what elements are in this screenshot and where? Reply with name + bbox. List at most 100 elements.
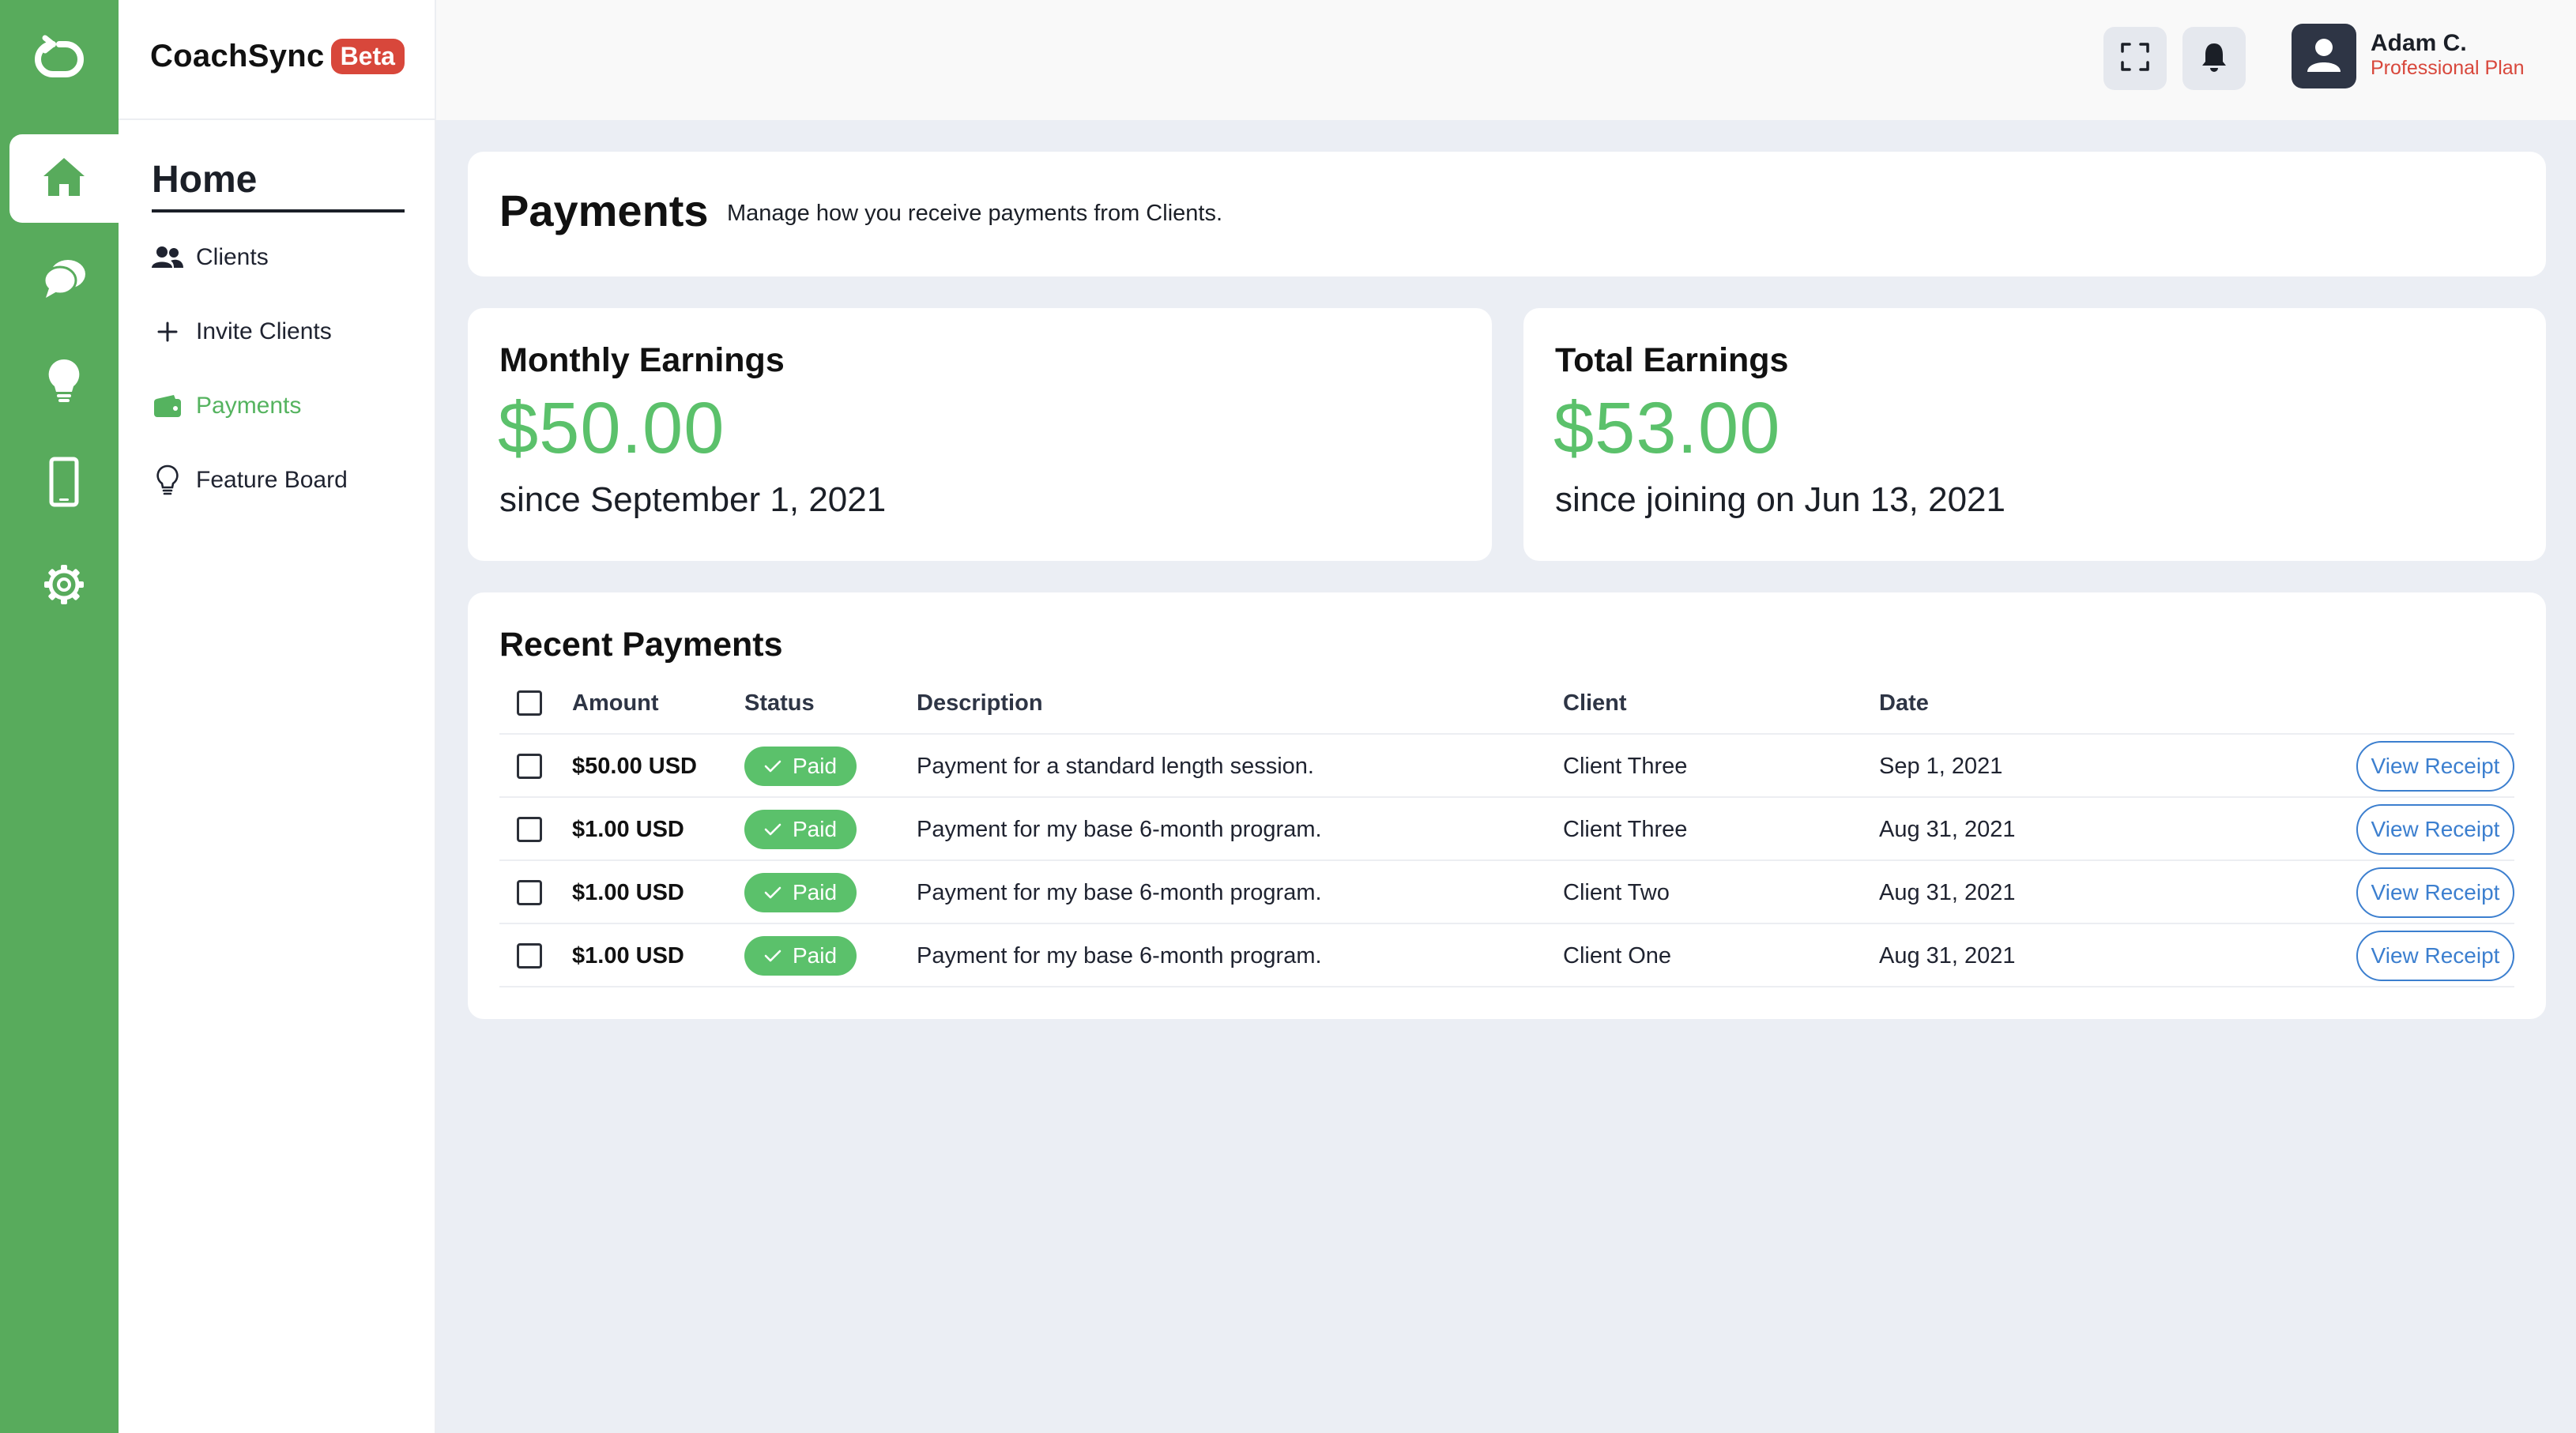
bell-icon [2200, 41, 2228, 77]
table-row: $1.00 USD Paid Payment for my base 6-mon… [499, 924, 2514, 987]
column-header-amount[interactable]: Amount [572, 671, 659, 735]
payment-action-cell: View Receipt [2356, 861, 2514, 924]
row-select-cell [517, 735, 542, 798]
status-badge-label: Paid [792, 817, 838, 841]
check-icon [764, 886, 781, 899]
column-header-date[interactable]: Date [1879, 671, 1929, 735]
column-header-description[interactable]: Description [917, 671, 1043, 735]
sidebar-item-label: Invite Clients [196, 318, 332, 344]
notifications-button[interactable] [2182, 27, 2246, 90]
view-receipt-button[interactable]: View Receipt [2356, 804, 2514, 855]
row-checkbox[interactable] [517, 754, 542, 779]
total-earnings-title: Total Earnings [1555, 341, 1789, 379]
row-checkbox[interactable] [517, 943, 542, 968]
status-badge: Paid [744, 873, 857, 912]
payment-status-cell: Paid [744, 798, 857, 861]
view-receipt-button[interactable]: View Receipt [2356, 867, 2514, 918]
payment-client: Client Three [1563, 816, 1688, 842]
status-badge-label: Paid [792, 754, 838, 778]
total-earnings-card: Total Earnings $53.00 since joining on J… [1523, 308, 2546, 561]
payment-client: Client Two [1563, 879, 1670, 905]
sidebar-item-feature-board[interactable]: Feature Board [152, 458, 348, 502]
row-select-cell [517, 924, 542, 987]
fullscreen-icon [2120, 42, 2150, 76]
plus-icon [152, 316, 183, 348]
row-select-cell [517, 861, 542, 924]
recent-payments-card: Recent Payments Amount Status Descriptio… [468, 592, 2546, 1019]
sidebar-item-label: Clients [196, 244, 269, 270]
select-all-checkbox[interactable] [517, 690, 542, 716]
status-badge: Paid [744, 810, 857, 849]
avatar[interactable] [2292, 24, 2356, 88]
total-earnings-amount: $53.00 [1554, 388, 1781, 468]
payment-date: Aug 31, 2021 [1879, 879, 2016, 905]
table-row: $1.00 USD Paid Payment for my base 6-mon… [499, 861, 2514, 924]
gear-icon [43, 563, 85, 610]
status-badge: Paid [744, 747, 857, 786]
column-header-client[interactable]: Client [1563, 671, 1627, 735]
rail-mobile-button[interactable] [9, 439, 119, 528]
fullscreen-button[interactable] [2103, 27, 2167, 90]
payment-date: Aug 31, 2021 [1879, 816, 2016, 842]
sidebar-item-clients[interactable]: Clients [152, 235, 269, 280]
coachsync-logo-icon[interactable] [14, 24, 104, 95]
mobile-phone-icon [48, 457, 80, 511]
page-subtitle: Manage how you receive payments from Cli… [727, 201, 1223, 226]
top-bar: Adam C. Professional Plan [436, 0, 2576, 120]
beta-badge: Beta [330, 38, 405, 74]
payments-table: Amount Status Description Client Date $5… [499, 671, 2514, 987]
view-receipt-button[interactable]: View Receipt [2356, 741, 2514, 792]
sidebar: CoachSync Beta Home Clients Invite Clien… [119, 0, 436, 1433]
monthly-earnings-amount: $50.00 [498, 388, 725, 468]
payment-client: Client Three [1563, 753, 1688, 779]
lightbulb-outline-icon [152, 465, 183, 496]
user-name[interactable]: Adam C. [2371, 30, 2467, 57]
table-row: $1.00 USD Paid Payment for my base 6-mon… [499, 798, 2514, 861]
page-header-card: Payments Manage how you receive payments… [468, 152, 2546, 276]
payment-status-cell: Paid [744, 735, 857, 798]
payment-date: Sep 1, 2021 [1879, 753, 2003, 779]
status-badge-label: Paid [792, 880, 838, 905]
monthly-earnings-title: Monthly Earnings [499, 341, 785, 379]
sidebar-item-payments[interactable]: Payments [152, 384, 301, 428]
payment-description: Payment for my base 6-month program. [917, 942, 1322, 968]
row-select-cell [517, 798, 542, 861]
sidebar-item-label: Payments [196, 393, 302, 419]
brand: CoachSync Beta [150, 32, 405, 81]
rail-home-button[interactable] [9, 134, 119, 223]
monthly-earnings-card: Monthly Earnings $50.00 since September … [468, 308, 1492, 561]
row-checkbox[interactable] [517, 817, 542, 842]
payment-amount: $1.00 USD [572, 942, 684, 968]
payment-client: Client One [1563, 942, 1672, 968]
icon-rail [0, 0, 119, 1433]
total-earnings-since: since joining on Jun 13, 2021 [1555, 480, 2005, 519]
payment-action-cell: View Receipt [2356, 735, 2514, 798]
payment-action-cell: View Receipt [2356, 924, 2514, 987]
row-checkbox[interactable] [517, 880, 542, 905]
sidebar-section-title: Home [152, 158, 405, 213]
rail-ideas-button[interactable] [9, 338, 119, 427]
payment-action-cell: View Receipt [2356, 798, 2514, 861]
payment-date: Aug 31, 2021 [1879, 942, 2016, 968]
payment-description: Payment for my base 6-month program. [917, 816, 1322, 842]
chat-bubbles-icon [41, 257, 87, 303]
table-header-row: Amount Status Description Client Date [499, 671, 2514, 735]
table-row: $50.00 USD Paid Payment for a standard l… [499, 735, 2514, 798]
home-icon [41, 156, 87, 202]
rail-settings-button[interactable] [9, 542, 119, 630]
sidebar-item-label: Feature Board [196, 467, 348, 493]
payment-amount: $1.00 USD [572, 816, 684, 842]
rail-messages-button[interactable] [9, 235, 119, 324]
sidebar-item-invite-clients[interactable]: Invite Clients [152, 310, 332, 354]
check-icon [764, 950, 781, 962]
column-header-status[interactable]: Status [744, 671, 815, 735]
payment-description: Payment for my base 6-month program. [917, 879, 1322, 905]
check-icon [764, 823, 781, 836]
user-plan: Professional Plan [2371, 57, 2525, 79]
payment-amount: $1.00 USD [572, 879, 684, 905]
status-badge: Paid [744, 936, 857, 976]
sidebar-divider [119, 118, 436, 120]
select-all-cell [517, 671, 542, 735]
view-receipt-button[interactable]: View Receipt [2356, 931, 2514, 981]
user-icon [2305, 36, 2343, 77]
